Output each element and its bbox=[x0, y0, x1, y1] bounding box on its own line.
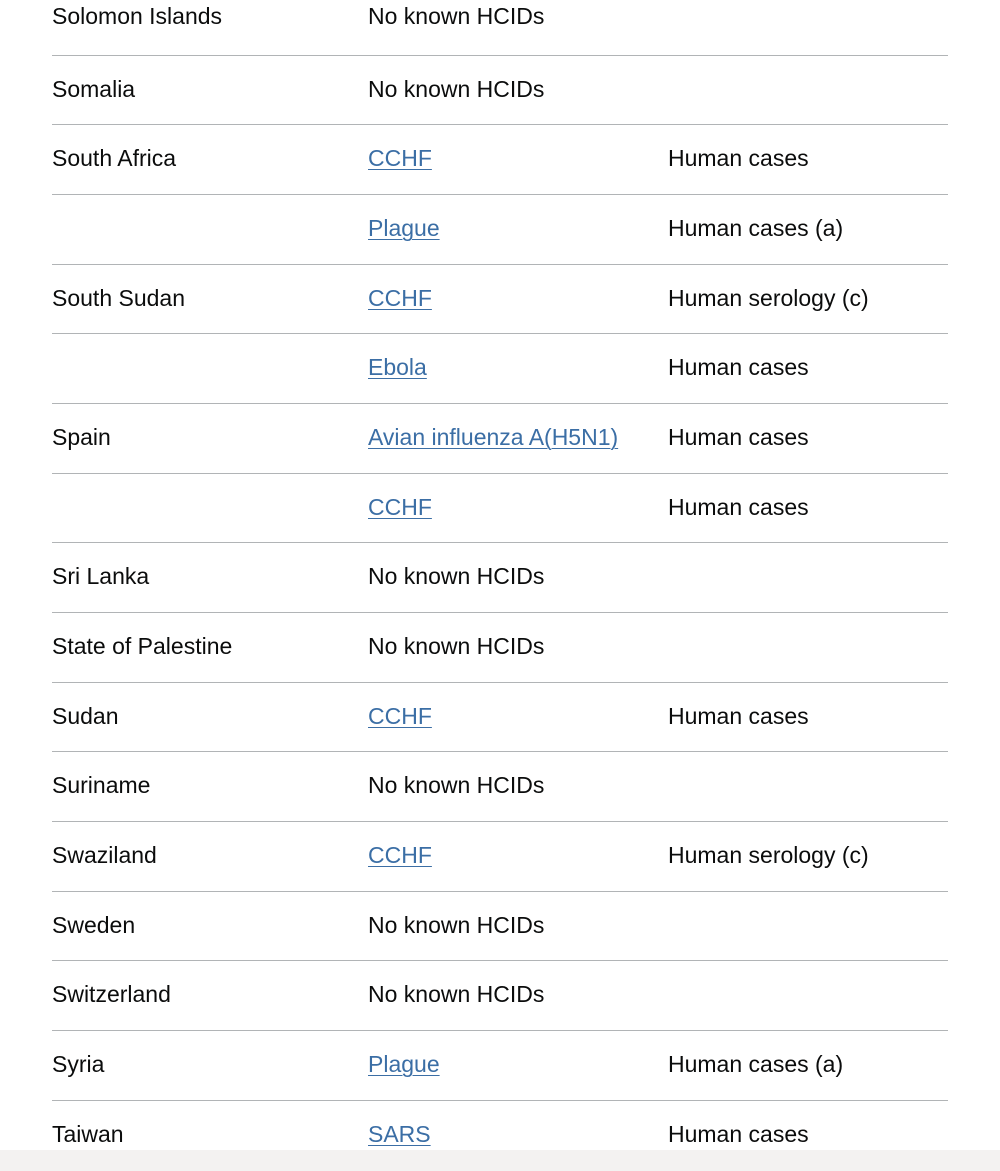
country-cell: Sweden bbox=[52, 891, 368, 961]
disease-cell: Plague bbox=[368, 194, 660, 264]
evidence-cell bbox=[660, 55, 948, 125]
country-cell: South Africa bbox=[52, 125, 368, 195]
disease-cell: No known HCIDs bbox=[368, 752, 660, 822]
no-known-hcids-text: No known HCIDs bbox=[368, 981, 544, 1007]
disease-cell: CCHF bbox=[368, 821, 660, 891]
disease-cell: CCHF bbox=[368, 473, 660, 543]
country-cell bbox=[52, 334, 368, 404]
disease-link[interactable]: CCHF bbox=[368, 703, 432, 729]
country-cell: Somalia bbox=[52, 55, 368, 125]
country-cell bbox=[52, 473, 368, 543]
country-cell: Swaziland bbox=[52, 821, 368, 891]
country-cell: Taiwan bbox=[52, 1100, 368, 1150]
disease-cell: Avian influenza A(H5N1) bbox=[368, 403, 660, 473]
evidence-cell: Human cases bbox=[660, 334, 948, 404]
disease-cell: CCHF bbox=[368, 682, 660, 752]
hcid-table-container[interactable]: Solomon IslandsNo known HCIDsSomaliaNo k… bbox=[0, 0, 1000, 1150]
table-row: TaiwanSARS Human cases bbox=[52, 1100, 948, 1150]
evidence-cell bbox=[660, 543, 948, 613]
disease-link[interactable]: Plague bbox=[368, 215, 440, 241]
footer-strip bbox=[0, 1150, 1000, 1171]
country-cell: Spain bbox=[52, 403, 368, 473]
no-known-hcids-text: No known HCIDs bbox=[368, 76, 544, 102]
table-row: Solomon IslandsNo known HCIDs bbox=[52, 0, 948, 55]
evidence-cell bbox=[660, 612, 948, 682]
disease-link[interactable]: SARS bbox=[368, 1121, 431, 1147]
disease-cell: SARS bbox=[368, 1100, 660, 1150]
no-known-hcids-text: No known HCIDs bbox=[368, 633, 544, 659]
country-cell: Sudan bbox=[52, 682, 368, 752]
table-row: SpainAvian influenza A(H5N1) Human cases bbox=[52, 403, 948, 473]
evidence-cell: Human cases bbox=[660, 125, 948, 195]
disease-link[interactable]: Ebola bbox=[368, 354, 427, 380]
table-row: SudanCCHF Human cases bbox=[52, 682, 948, 752]
evidence-cell: Human cases bbox=[660, 473, 948, 543]
no-known-hcids-text: No known HCIDs bbox=[368, 772, 544, 798]
country-cell: Solomon Islands bbox=[52, 0, 368, 55]
country-cell: State of Palestine bbox=[52, 612, 368, 682]
disease-cell: CCHF bbox=[368, 264, 660, 334]
disease-cell: Plague bbox=[368, 1030, 660, 1100]
table-row: CCHF Human cases bbox=[52, 473, 948, 543]
country-cell: Sri Lanka bbox=[52, 543, 368, 613]
disease-cell: No known HCIDs bbox=[368, 961, 660, 1031]
hcid-table-body: Solomon IslandsNo known HCIDsSomaliaNo k… bbox=[52, 0, 948, 1150]
evidence-cell: Human serology (c) bbox=[660, 821, 948, 891]
disease-link[interactable]: CCHF bbox=[368, 494, 432, 520]
disease-link[interactable]: CCHF bbox=[368, 842, 432, 868]
evidence-cell: Human serology (c) bbox=[660, 264, 948, 334]
table-row: State of PalestineNo known HCIDs bbox=[52, 612, 948, 682]
page-root: Solomon IslandsNo known HCIDsSomaliaNo k… bbox=[0, 0, 1000, 1171]
table-row: SwitzerlandNo known HCIDs bbox=[52, 961, 948, 1031]
country-cell: South Sudan bbox=[52, 264, 368, 334]
disease-cell: No known HCIDs bbox=[368, 543, 660, 613]
table-row: Plague Human cases (a) bbox=[52, 194, 948, 264]
table-row: Ebola Human cases bbox=[52, 334, 948, 404]
country-cell: Suriname bbox=[52, 752, 368, 822]
disease-link[interactable]: Plague bbox=[368, 1051, 440, 1077]
disease-cell: No known HCIDs bbox=[368, 0, 660, 55]
evidence-cell: Human cases bbox=[660, 1100, 948, 1150]
evidence-cell: Human cases bbox=[660, 403, 948, 473]
evidence-cell bbox=[660, 0, 948, 55]
evidence-cell: Human cases bbox=[660, 682, 948, 752]
country-cell: Syria bbox=[52, 1030, 368, 1100]
country-cell bbox=[52, 194, 368, 264]
evidence-cell bbox=[660, 752, 948, 822]
table-row: SyriaPlague Human cases (a) bbox=[52, 1030, 948, 1100]
no-known-hcids-text: No known HCIDs bbox=[368, 563, 544, 589]
disease-link[interactable]: CCHF bbox=[368, 285, 432, 311]
table-row: SurinameNo known HCIDs bbox=[52, 752, 948, 822]
disease-cell: No known HCIDs bbox=[368, 612, 660, 682]
disease-link[interactable]: Avian influenza A(H5N1) bbox=[368, 424, 618, 450]
disease-cell: No known HCIDs bbox=[368, 55, 660, 125]
table-row: SwazilandCCHF Human serology (c) bbox=[52, 821, 948, 891]
evidence-cell: Human cases (a) bbox=[660, 194, 948, 264]
table-row: South AfricaCCHF Human cases bbox=[52, 125, 948, 195]
evidence-cell: Human cases (a) bbox=[660, 1030, 948, 1100]
table-row: SomaliaNo known HCIDs bbox=[52, 55, 948, 125]
hcid-country-disease-table: Solomon IslandsNo known HCIDsSomaliaNo k… bbox=[52, 0, 948, 1150]
no-known-hcids-text: No known HCIDs bbox=[368, 912, 544, 938]
disease-cell: No known HCIDs bbox=[368, 891, 660, 961]
evidence-cell bbox=[660, 891, 948, 961]
country-cell: Switzerland bbox=[52, 961, 368, 1031]
disease-link[interactable]: CCHF bbox=[368, 145, 432, 171]
evidence-cell bbox=[660, 961, 948, 1031]
table-row: SwedenNo known HCIDs bbox=[52, 891, 948, 961]
table-row: Sri LankaNo known HCIDs bbox=[52, 543, 948, 613]
table-row: South SudanCCHF Human serology (c) bbox=[52, 264, 948, 334]
disease-cell: CCHF bbox=[368, 125, 660, 195]
disease-cell: Ebola bbox=[368, 334, 660, 404]
no-known-hcids-text: No known HCIDs bbox=[368, 3, 544, 29]
